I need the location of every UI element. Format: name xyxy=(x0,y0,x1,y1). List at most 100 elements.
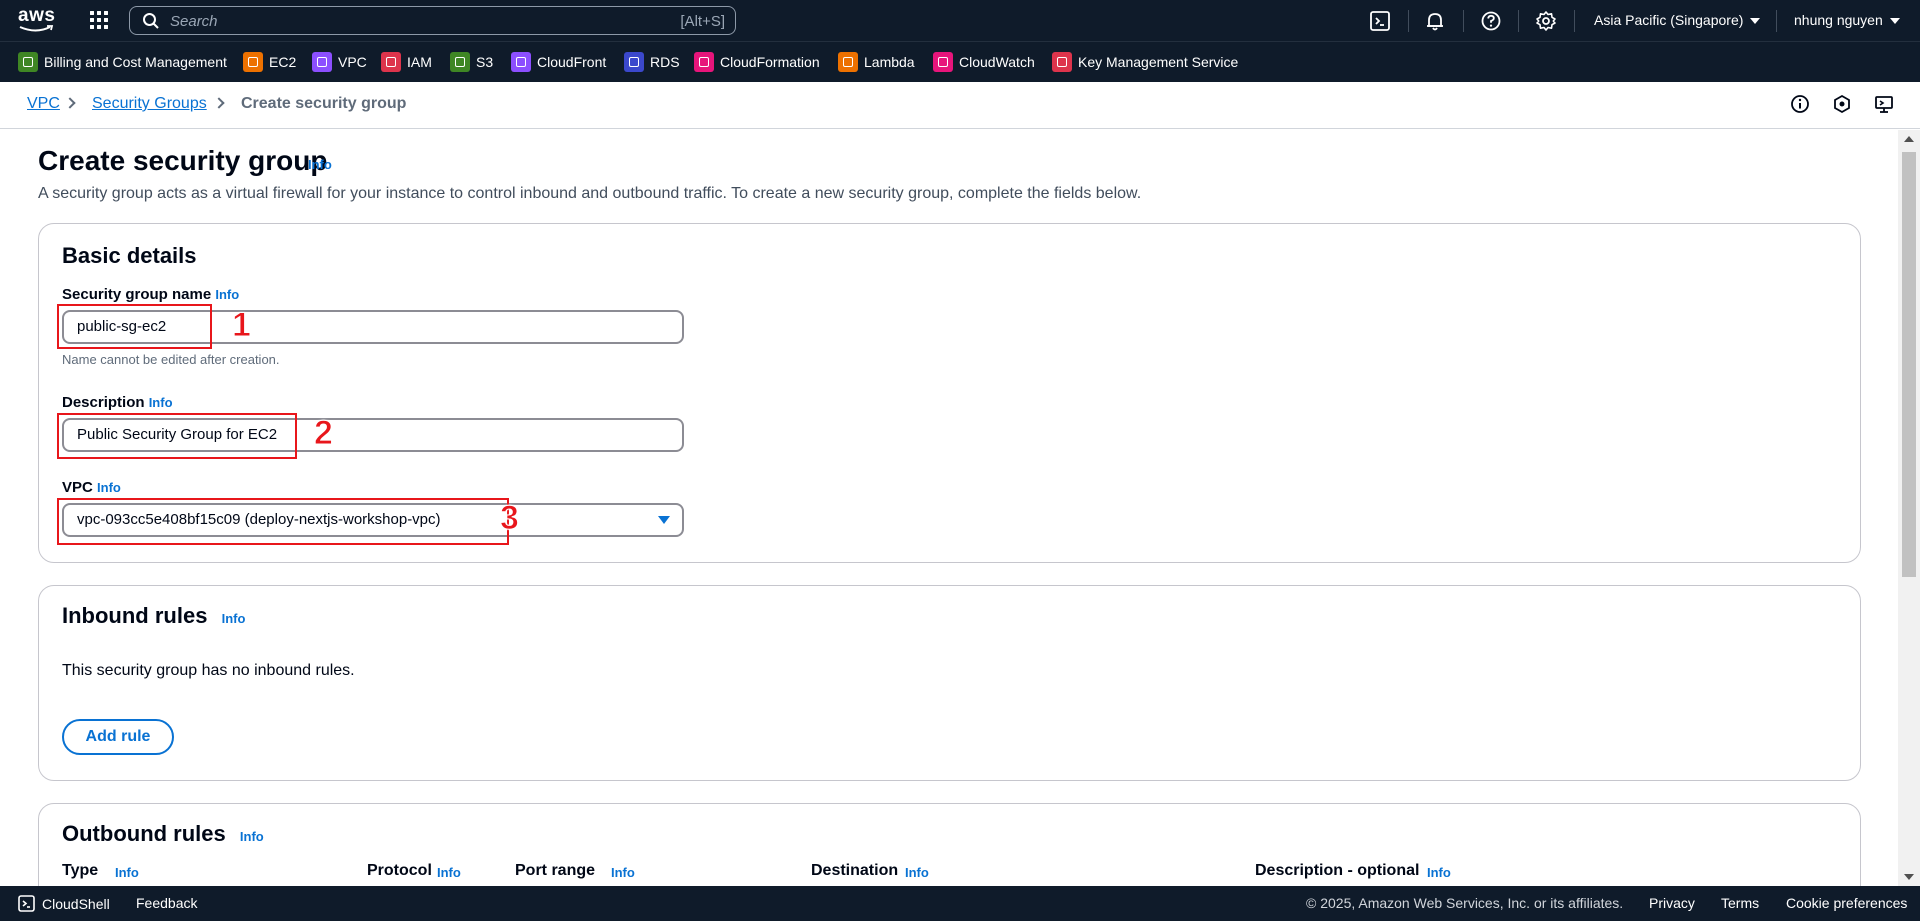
chevron-right-icon xyxy=(213,97,225,109)
favorite-label: Billing and Cost Management xyxy=(44,54,227,70)
description-label: Description Info xyxy=(62,394,173,411)
scroll-up-icon[interactable] xyxy=(1904,136,1914,142)
outbound-rules-title: Outbound rules Info xyxy=(62,821,264,847)
favorite-label: EC2 xyxy=(269,54,297,70)
favorite-cloudwatch[interactable]: CloudWatch xyxy=(933,52,1035,72)
name-hint: Name cannot be edited after creation. xyxy=(62,352,280,367)
page-scrollbar[interactable] xyxy=(1898,130,1920,886)
step-marker-1: 1 xyxy=(232,306,252,345)
vpc-label: VPC Info xyxy=(62,479,121,496)
search-icon xyxy=(143,13,159,29)
basic-details-title: Basic details xyxy=(62,243,197,268)
caret-down-icon xyxy=(1750,18,1761,25)
privacy-link[interactable]: Privacy xyxy=(1649,895,1695,911)
breadcrumb-security-groups[interactable]: Security Groups xyxy=(92,95,207,113)
cloudwatch-icon xyxy=(933,52,953,72)
search-input[interactable]: Search [Alt+S] xyxy=(129,6,736,35)
add-rule-button[interactable]: Add rule xyxy=(62,719,174,755)
outbound-title-text: Outbound rules xyxy=(62,821,226,846)
port-range-info-link[interactable]: Info xyxy=(611,865,635,880)
breadcrumb: VPC Security Groups Create security grou… xyxy=(0,82,1920,129)
s3-icon xyxy=(450,52,470,72)
favorite-label: S3 xyxy=(476,54,494,70)
ec2-icon xyxy=(243,52,263,72)
breadcrumb-current: Create security group xyxy=(241,95,407,112)
vpc-label-text: VPC xyxy=(62,479,93,496)
column-header-destination: Destination xyxy=(811,862,899,879)
favorite-kms[interactable]: Key Management Service xyxy=(1052,52,1238,72)
feedback-link[interactable]: Feedback xyxy=(136,895,197,911)
scroll-down-icon[interactable] xyxy=(1904,874,1914,880)
aws-logo[interactable]: aws xyxy=(18,6,56,34)
favorites-bar: Billing and Cost Management EC2 VPC IAM … xyxy=(0,41,1920,82)
user-menu[interactable]: nhung nguyen xyxy=(1794,12,1900,28)
info-panel-icon[interactable] xyxy=(1790,94,1810,114)
search-placeholder: Search xyxy=(170,13,218,30)
favorite-billing[interactable]: Billing and Cost Management xyxy=(18,52,227,72)
inbound-info-link[interactable]: Info xyxy=(222,611,246,626)
cloudshell-icon[interactable] xyxy=(1369,10,1391,32)
nav-divider xyxy=(1518,10,1519,32)
vpc-icon xyxy=(312,52,332,72)
cloudformation-icon xyxy=(694,52,714,72)
vpc-info-link[interactable]: Info xyxy=(97,480,121,495)
services-grid-icon[interactable] xyxy=(90,11,110,31)
column-header-protocol: Protocol xyxy=(367,862,432,879)
favorite-vpc[interactable]: VPC xyxy=(312,52,367,72)
description-label-text: Description xyxy=(62,394,145,411)
favorite-cloudfront[interactable]: CloudFront xyxy=(511,52,606,72)
kms-icon xyxy=(1052,52,1072,72)
cloudshell-button[interactable]: CloudShell xyxy=(18,895,110,912)
type-info-link[interactable]: Info xyxy=(115,865,139,880)
highlight-box-1 xyxy=(57,304,212,349)
column-header-description: Description - optional xyxy=(1255,862,1420,879)
copyright-text: © 2025, Amazon Web Services, Inc. or its… xyxy=(1306,895,1624,911)
page-description: A security group acts as a virtual firew… xyxy=(38,185,1142,202)
cloudshell-label: CloudShell xyxy=(42,895,110,912)
favorite-rds[interactable]: RDS xyxy=(624,52,680,72)
cookie-preferences-link[interactable]: Cookie preferences xyxy=(1786,895,1907,911)
terms-link[interactable]: Terms xyxy=(1721,895,1759,911)
favorite-ec2[interactable]: EC2 xyxy=(243,52,296,72)
favorite-label: IAM xyxy=(407,54,432,70)
iam-icon xyxy=(381,52,401,72)
inbound-empty-text: This security group has no inbound rules… xyxy=(62,662,355,679)
page-info-link[interactable]: Info xyxy=(308,157,332,172)
name-info-link[interactable]: Info xyxy=(215,287,239,302)
nav-divider xyxy=(1408,10,1409,32)
billing-icon xyxy=(18,52,38,72)
favorite-label: RDS xyxy=(650,54,680,70)
favorite-cloudformation[interactable]: CloudFormation xyxy=(694,52,820,72)
description-info-link[interactable]: Info xyxy=(1427,865,1451,880)
region-label: Asia Pacific (Singapore) xyxy=(1594,12,1744,28)
favorite-iam[interactable]: IAM xyxy=(381,52,432,72)
favorite-lambda[interactable]: Lambda xyxy=(838,52,915,72)
bell-icon[interactable] xyxy=(1424,10,1446,32)
scrollbar-thumb[interactable] xyxy=(1902,152,1916,577)
protocol-info-link[interactable]: Info xyxy=(437,865,461,880)
favorite-label: Lambda xyxy=(864,54,915,70)
tutorial-panel-icon[interactable] xyxy=(1874,94,1894,114)
destination-info-link[interactable]: Info xyxy=(905,865,929,880)
outbound-info-link[interactable]: Info xyxy=(240,829,264,844)
caret-down-icon xyxy=(1889,18,1900,25)
inbound-title-text: Inbound rules xyxy=(62,603,208,628)
gear-icon[interactable] xyxy=(1535,10,1557,32)
favorite-label: CloudFront xyxy=(537,54,607,70)
description-info-link[interactable]: Info xyxy=(149,395,173,410)
favorite-label: Key Management Service xyxy=(1078,54,1239,70)
security-hub-icon[interactable] xyxy=(1832,94,1852,114)
help-icon[interactable] xyxy=(1480,10,1502,32)
column-header-type: Type xyxy=(62,862,99,879)
top-navigation: aws Search [Alt+S] Asia Pacific (Singapo… xyxy=(0,0,1920,41)
name-label-text: Security group name xyxy=(62,286,212,303)
breadcrumb-vpc[interactable]: VPC xyxy=(27,95,60,113)
region-selector[interactable]: Asia Pacific (Singapore) xyxy=(1594,12,1761,28)
step-marker-2: 2 xyxy=(314,414,334,453)
search-shortcut: [Alt+S] xyxy=(680,13,725,30)
security-group-name-label: Security group name Info xyxy=(62,286,239,303)
favorite-s3[interactable]: S3 xyxy=(450,52,493,72)
rds-icon xyxy=(624,52,644,72)
chevron-right-icon xyxy=(64,97,76,109)
inbound-rules-title: Inbound rules Info xyxy=(62,603,245,629)
